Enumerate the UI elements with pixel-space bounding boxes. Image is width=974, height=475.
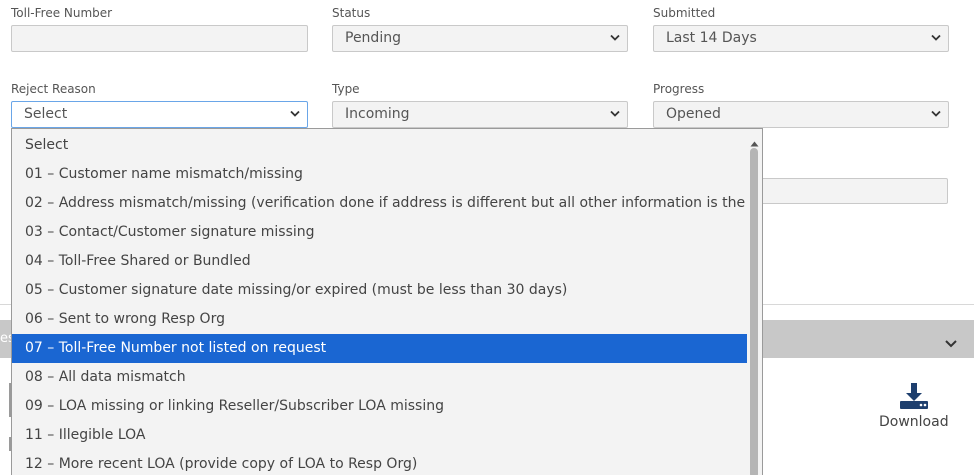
reject-reason-select[interactable]: Select (11, 101, 308, 128)
submitted-select[interactable]: Last 14 Days (653, 25, 949, 52)
status-value: Pending (345, 30, 401, 46)
chevron-down-icon (610, 34, 620, 44)
dropdown-option[interactable]: 11 – Illegible LOA (12, 421, 748, 450)
dropdown-option[interactable]: 03 – Contact/Customer signature missing (12, 218, 748, 247)
progress-value: Opened (666, 106, 721, 122)
dropdown-option[interactable]: 05 – Customer signature date missing/or … (12, 276, 748, 305)
extra-filter-input[interactable] (760, 178, 948, 204)
chevron-down-icon (931, 34, 941, 44)
progress-select[interactable]: Opened (653, 101, 949, 128)
scrollbar-thumb[interactable] (750, 148, 758, 475)
toll-free-number-input[interactable] (11, 25, 308, 52)
type-select[interactable]: Incoming (332, 101, 628, 128)
reject-reason-dropdown-list[interactable]: Select 01 – Customer name mismatch/missin… (11, 128, 763, 475)
download-button[interactable]: Download (879, 414, 949, 430)
dropdown-option[interactable]: Select (12, 131, 748, 160)
type-value: Incoming (345, 106, 410, 122)
dropdown-option[interactable]: 06 – Sent to wrong Resp Org (12, 305, 748, 334)
submitted-label: Submitted (653, 6, 716, 20)
dropdown-option[interactable]: 07 – Toll-Free Number not listed on requ… (12, 334, 748, 363)
status-label: Status (332, 6, 371, 20)
type-label: Type (332, 82, 360, 96)
reject-reason-label: Reject Reason (11, 82, 96, 96)
dropdown-option[interactable]: 02 – Address mismatch/missing (verificat… (12, 189, 762, 218)
toll-free-number-label: Toll-Free Number (11, 6, 113, 20)
submitted-value: Last 14 Days (666, 30, 757, 46)
chevron-down-icon (290, 110, 300, 120)
progress-label: Progress (653, 82, 705, 96)
chevron-down-icon (931, 110, 941, 120)
download-icon[interactable] (899, 382, 929, 410)
dropdown-option[interactable]: 01 – Customer name mismatch/missing (12, 160, 748, 189)
reject-reason-value: Select (24, 106, 68, 122)
dropdown-option[interactable]: 04 – Toll-Free Shared or Bundled (12, 247, 748, 276)
chevron-down-icon (610, 110, 620, 120)
chevron-down-icon[interactable] (944, 334, 958, 348)
dropdown-option[interactable]: 12 – More recent LOA (provide copy of LO… (12, 450, 748, 475)
dropdown-option[interactable]: 09 – LOA missing or linking Reseller/Sub… (12, 392, 748, 421)
dropdown-option[interactable]: 08 – All data mismatch (12, 363, 748, 392)
status-select[interactable]: Pending (332, 25, 628, 52)
dropdown-scrollbar[interactable] (747, 129, 762, 475)
